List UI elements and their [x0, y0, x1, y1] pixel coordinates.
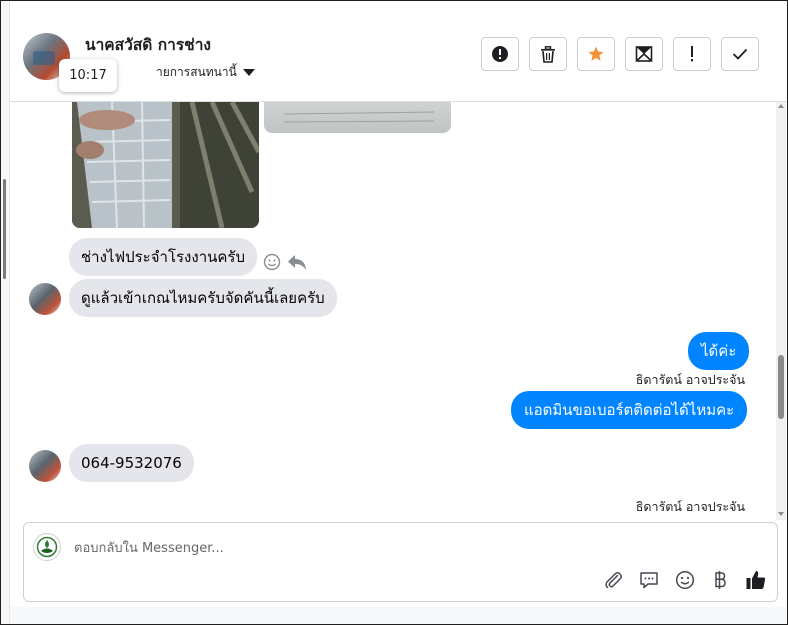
contact-name[interactable]: นาคสวัสดิ การช่าง: [85, 32, 211, 57]
messenger-conversation-window: นาคสวัสดิ การช่าง ายการสนทนานี้ 10:17 ช่…: [0, 0, 788, 625]
assign-label: ายการสนทนานี้: [156, 65, 237, 79]
page-avatar: [33, 533, 61, 561]
chevron-down-icon: [242, 69, 255, 76]
paperclip-icon: [605, 572, 622, 589]
emoji-button[interactable]: [674, 569, 696, 591]
photo-content: [72, 102, 259, 228]
thumbs-up-icon: [746, 571, 766, 589]
contact-avatar-small[interactable]: [29, 283, 61, 315]
bottom-panel-strip: [10, 607, 786, 624]
page-logo-icon: [36, 536, 58, 558]
reply-composer: [23, 522, 778, 602]
left-scroll-indicator: [3, 179, 6, 279]
outgoing-message[interactable]: ได้ค่ะ: [688, 332, 750, 370]
saved-replies-button[interactable]: [638, 569, 660, 591]
photo-content: [283, 111, 435, 123]
incoming-message[interactable]: 064-9532076: [69, 444, 194, 482]
message-scrollbar[interactable]: [776, 102, 786, 520]
outgoing-message[interactable]: แอดมินขอเบอร์ตติดต่อได้ไหมคะ: [511, 391, 748, 429]
chat-bubble-icon: [640, 572, 658, 589]
reply-input[interactable]: [72, 535, 716, 561]
react-smiley-icon[interactable]: [263, 253, 281, 271]
spam-button[interactable]: [673, 37, 711, 71]
baht-currency-icon: [715, 571, 726, 589]
attached-photo-paper[interactable]: [264, 102, 451, 133]
contact-avatar-small[interactable]: [29, 450, 61, 482]
delete-button[interactable]: [529, 37, 567, 71]
scrollbar-thumb[interactable]: [778, 355, 784, 419]
scroll-down-arrow-icon[interactable]: [778, 512, 784, 516]
mark-unread-button[interactable]: [625, 37, 663, 71]
sender-name: ธิดารัตน์ อาจประจัน: [635, 372, 745, 387]
trash-icon: [541, 45, 555, 63]
report-button[interactable]: [481, 37, 519, 71]
incoming-message[interactable]: ช่างไฟประจำโรงงานครับ: [69, 238, 257, 276]
envelope-icon: [635, 46, 653, 62]
attached-photo-document[interactable]: [72, 102, 259, 228]
sender-name: ธิดารัตน์ อาจประจัน: [635, 499, 745, 514]
checkmark-icon: [732, 48, 748, 60]
star-icon: [588, 46, 604, 61]
star-button[interactable]: [577, 37, 615, 71]
done-button[interactable]: [721, 37, 759, 71]
payment-button[interactable]: [709, 569, 731, 591]
alert-circle-icon: [492, 46, 508, 62]
smiley-icon: [675, 570, 695, 590]
assign-conversation-dropdown[interactable]: ายการสนทนานี้: [156, 63, 255, 82]
scroll-up-arrow-icon[interactable]: [778, 104, 784, 108]
reply-arrow-icon[interactable]: [287, 253, 307, 271]
message-thread: ช่างไฟประจำโรงงานครับ ดูแล้วเข้าเกณไหมคร…: [10, 102, 776, 520]
attach-button[interactable]: [602, 569, 624, 591]
conversation-header: นาคสวัสดิ การช่าง ายการสนทนานี้: [10, 1, 786, 102]
like-button[interactable]: [745, 569, 767, 591]
incoming-message[interactable]: ดูแล้วเข้าเกณไหมครับจัดคันนี้เลยครับ: [69, 279, 337, 317]
timestamp-tooltip: 10:17: [59, 59, 117, 92]
left-edge-bar: [1, 1, 10, 624]
exclamation-icon: [691, 46, 693, 62]
